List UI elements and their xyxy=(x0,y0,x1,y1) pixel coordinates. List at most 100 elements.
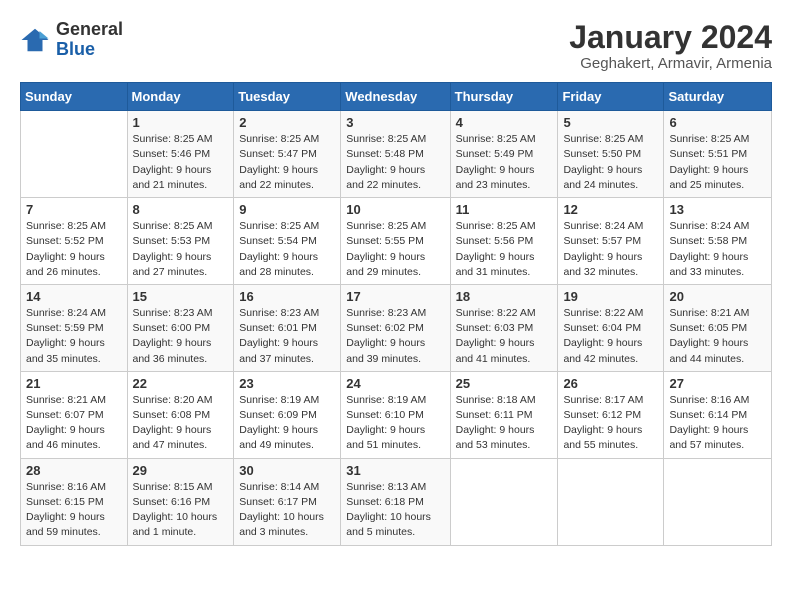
day-number: 3 xyxy=(346,115,444,130)
day-info: Sunrise: 8:22 AMSunset: 6:03 PMDaylight:… xyxy=(456,306,553,367)
day-info: Sunrise: 8:23 AMSunset: 6:02 PMDaylight:… xyxy=(346,306,444,367)
calendar-cell: 25 Sunrise: 8:18 AMSunset: 6:11 PMDayligh… xyxy=(450,371,558,458)
day-info: Sunrise: 8:25 AMSunset: 5:56 PMDaylight:… xyxy=(456,219,553,280)
weekday-header-thursday: Thursday xyxy=(450,83,558,111)
day-number: 12 xyxy=(563,202,658,217)
calendar-cell xyxy=(664,458,772,545)
calendar-cell: 12 Sunrise: 8:24 AMSunset: 5:57 PMDayligh… xyxy=(558,198,664,285)
calendar-week-3: 14Sunrise: 8:24 AMSunset: 5:59 PMDayligh… xyxy=(21,284,772,371)
day-info: Sunrise: 8:25 AMSunset: 5:54 PMDaylight:… xyxy=(239,219,335,280)
calendar-cell: 5 Sunrise: 8:25 AMSunset: 5:50 PMDaylight… xyxy=(558,111,664,198)
day-number: 1 xyxy=(133,115,229,130)
calendar-subtitle: Geghakert, Armavir, Armenia xyxy=(569,55,772,72)
day-number: 29 xyxy=(133,463,229,478)
day-info: Sunrise: 8:23 AMSunset: 6:00 PMDaylight:… xyxy=(133,306,229,367)
calendar-cell: 6 Sunrise: 8:25 AMSunset: 5:51 PMDaylight… xyxy=(664,111,772,198)
page-header: General Blue January 2024 Geghakert, Arm… xyxy=(20,20,772,72)
calendar-cell: 31 Sunrise: 8:13 AMSunset: 6:18 PMDayligh… xyxy=(341,458,450,545)
weekday-row: SundayMondayTuesdayWednesdayThursdayFrid… xyxy=(21,83,772,111)
day-number: 11 xyxy=(456,202,553,217)
day-info: Sunrise: 8:15 AMSunset: 6:16 PMDaylight:… xyxy=(133,480,229,541)
day-number: 10 xyxy=(346,202,444,217)
calendar-cell: 22 Sunrise: 8:20 AMSunset: 6:08 PMDayligh… xyxy=(127,371,234,458)
day-info: Sunrise: 8:17 AMSunset: 6:12 PMDaylight:… xyxy=(563,393,658,454)
day-number: 13 xyxy=(669,202,766,217)
day-number: 22 xyxy=(133,376,229,391)
weekday-header-sunday: Sunday xyxy=(21,83,128,111)
day-number: 6 xyxy=(669,115,766,130)
day-info: Sunrise: 8:24 AMSunset: 5:58 PMDaylight:… xyxy=(669,219,766,280)
calendar-body: 1 Sunrise: 8:25 AMSunset: 5:46 PMDaylight… xyxy=(21,111,772,545)
day-number: 2 xyxy=(239,115,335,130)
day-number: 17 xyxy=(346,289,444,304)
day-info: Sunrise: 8:25 AMSunset: 5:52 PMDaylight:… xyxy=(26,219,122,280)
calendar-title: January 2024 xyxy=(569,20,772,55)
day-info: Sunrise: 8:25 AMSunset: 5:48 PMDaylight:… xyxy=(346,132,444,193)
calendar-cell: 9Sunrise: 8:25 AMSunset: 5:54 PMDaylight… xyxy=(234,198,341,285)
calendar-cell xyxy=(450,458,558,545)
day-info: Sunrise: 8:25 AMSunset: 5:46 PMDaylight:… xyxy=(133,132,229,193)
day-number: 18 xyxy=(456,289,553,304)
calendar-cell: 17 Sunrise: 8:23 AMSunset: 6:02 PMDayligh… xyxy=(341,284,450,371)
weekday-header-saturday: Saturday xyxy=(664,83,772,111)
calendar-week-4: 21Sunrise: 8:21 AMSunset: 6:07 PMDayligh… xyxy=(21,371,772,458)
calendar-header: SundayMondayTuesdayWednesdayThursdayFrid… xyxy=(21,83,772,111)
calendar-cell: 16 Sunrise: 8:23 AMSunset: 6:01 PMDayligh… xyxy=(234,284,341,371)
day-number: 14 xyxy=(26,289,122,304)
day-info: Sunrise: 8:25 AMSunset: 5:53 PMDaylight:… xyxy=(133,219,229,280)
calendar-cell xyxy=(558,458,664,545)
day-info: Sunrise: 8:25 AMSunset: 5:55 PMDaylight:… xyxy=(346,219,444,280)
calendar-week-2: 7 Sunrise: 8:25 AMSunset: 5:52 PMDaylight… xyxy=(21,198,772,285)
day-info: Sunrise: 8:25 AMSunset: 5:47 PMDaylight:… xyxy=(239,132,335,193)
day-number: 23 xyxy=(239,376,335,391)
day-info: Sunrise: 8:20 AMSunset: 6:08 PMDaylight:… xyxy=(133,393,229,454)
calendar-cell: 26 Sunrise: 8:17 AMSunset: 6:12 PMDayligh… xyxy=(558,371,664,458)
day-info: Sunrise: 8:23 AMSunset: 6:01 PMDaylight:… xyxy=(239,306,335,367)
calendar-cell: 15 Sunrise: 8:23 AMSunset: 6:00 PMDayligh… xyxy=(127,284,234,371)
day-info: Sunrise: 8:13 AMSunset: 6:18 PMDaylight:… xyxy=(346,480,444,541)
day-info: Sunrise: 8:16 AMSunset: 6:14 PMDaylight:… xyxy=(669,393,766,454)
calendar-cell: 3 Sunrise: 8:25 AMSunset: 5:48 PMDaylight… xyxy=(341,111,450,198)
day-number: 7 xyxy=(26,202,122,217)
day-info: Sunrise: 8:25 AMSunset: 5:51 PMDaylight:… xyxy=(669,132,766,193)
day-number: 16 xyxy=(239,289,335,304)
day-number: 15 xyxy=(133,289,229,304)
day-info: Sunrise: 8:18 AMSunset: 6:11 PMDaylight:… xyxy=(456,393,553,454)
logo-text-general: General xyxy=(56,19,123,39)
calendar-cell: 21Sunrise: 8:21 AMSunset: 6:07 PMDayligh… xyxy=(21,371,128,458)
weekday-header-tuesday: Tuesday xyxy=(234,83,341,111)
day-number: 5 xyxy=(563,115,658,130)
day-number: 21 xyxy=(26,376,122,391)
title-block: January 2024 Geghakert, Armavir, Armenia xyxy=(569,20,772,72)
calendar-cell: 30Sunrise: 8:14 AMSunset: 6:17 PMDayligh… xyxy=(234,458,341,545)
calendar-week-1: 1 Sunrise: 8:25 AMSunset: 5:46 PMDaylight… xyxy=(21,111,772,198)
day-info: Sunrise: 8:14 AMSunset: 6:17 PMDaylight:… xyxy=(239,480,335,541)
calendar-cell: 23 Sunrise: 8:19 AMSunset: 6:09 PMDayligh… xyxy=(234,371,341,458)
logo-icon xyxy=(20,25,50,55)
calendar-cell: 10 Sunrise: 8:25 AMSunset: 5:55 PMDayligh… xyxy=(341,198,450,285)
calendar-cell: 29 Sunrise: 8:15 AMSunset: 6:16 PMDayligh… xyxy=(127,458,234,545)
weekday-header-wednesday: Wednesday xyxy=(341,83,450,111)
day-number: 4 xyxy=(456,115,553,130)
day-info: Sunrise: 8:25 AMSunset: 5:49 PMDaylight:… xyxy=(456,132,553,193)
calendar-cell: 28Sunrise: 8:16 AMSunset: 6:15 PMDayligh… xyxy=(21,458,128,545)
day-number: 24 xyxy=(346,376,444,391)
day-number: 8 xyxy=(133,202,229,217)
calendar-cell: 13 Sunrise: 8:24 AMSunset: 5:58 PMDayligh… xyxy=(664,198,772,285)
day-info: Sunrise: 8:25 AMSunset: 5:50 PMDaylight:… xyxy=(563,132,658,193)
calendar-cell: 19Sunrise: 8:22 AMSunset: 6:04 PMDayligh… xyxy=(558,284,664,371)
calendar-cell: 14Sunrise: 8:24 AMSunset: 5:59 PMDayligh… xyxy=(21,284,128,371)
day-info: Sunrise: 8:22 AMSunset: 6:04 PMDaylight:… xyxy=(563,306,658,367)
calendar-cell: 20Sunrise: 8:21 AMSunset: 6:05 PMDayligh… xyxy=(664,284,772,371)
logo: General Blue xyxy=(20,20,123,60)
day-number: 20 xyxy=(669,289,766,304)
weekday-header-friday: Friday xyxy=(558,83,664,111)
calendar-table: SundayMondayTuesdayWednesdayThursdayFrid… xyxy=(20,82,772,545)
calendar-cell: 24Sunrise: 8:19 AMSunset: 6:10 PMDayligh… xyxy=(341,371,450,458)
day-number: 31 xyxy=(346,463,444,478)
day-number: 25 xyxy=(456,376,553,391)
weekday-header-monday: Monday xyxy=(127,83,234,111)
day-number: 26 xyxy=(563,376,658,391)
day-info: Sunrise: 8:19 AMSunset: 6:09 PMDaylight:… xyxy=(239,393,335,454)
day-info: Sunrise: 8:24 AMSunset: 5:57 PMDaylight:… xyxy=(563,219,658,280)
